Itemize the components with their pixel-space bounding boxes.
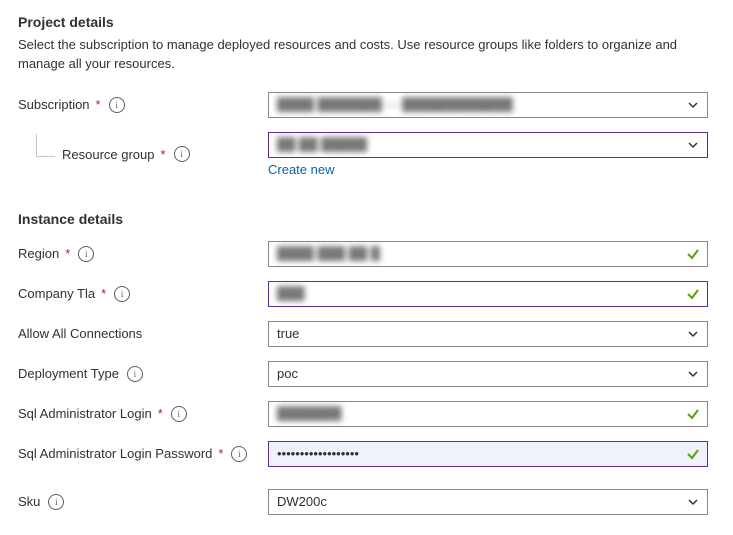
info-icon[interactable]: i — [127, 366, 143, 382]
sql-admin-login-label: Sql Administrator Login — [18, 406, 152, 421]
allow-all-value: true — [277, 326, 679, 341]
check-icon — [679, 402, 707, 426]
region-label: Region — [18, 246, 59, 261]
subscription-row: Subscription * i ████ ███████ — ████████… — [18, 92, 715, 118]
region-value: ████ ███ ██ █ — [277, 246, 679, 261]
deployment-type-value: poc — [277, 366, 679, 381]
company-tla-input[interactable]: ███ — [268, 281, 708, 307]
required-asterisk: * — [101, 286, 106, 301]
chevron-down-icon — [679, 362, 707, 386]
create-new-link[interactable]: Create new — [268, 162, 334, 177]
sql-admin-login-input[interactable]: ███████ — [268, 401, 708, 427]
deployment-type-label: Deployment Type — [18, 366, 119, 381]
required-asterisk: * — [161, 147, 166, 162]
sku-label: Sku — [18, 494, 40, 509]
required-asterisk: * — [218, 446, 223, 461]
resource-group-value: ██ ██ █████ — [277, 137, 679, 152]
chevron-down-icon — [679, 93, 707, 117]
check-icon — [679, 242, 707, 266]
instance-details-heading: Instance details — [18, 211, 715, 227]
allow-all-label: Allow All Connections — [18, 326, 142, 341]
resource-group-row: Resource group * i ██ ██ █████ Create ne… — [18, 132, 715, 177]
required-asterisk: * — [158, 406, 163, 421]
allow-all-select[interactable]: true — [268, 321, 708, 347]
region-row: Region * i ████ ███ ██ █ — [18, 241, 715, 267]
indent-connector — [36, 134, 55, 157]
sql-admin-password-input[interactable]: •••••••••••••••••• — [268, 441, 708, 467]
project-details-description: Select the subscription to manage deploy… — [18, 36, 715, 74]
info-icon[interactable]: i — [231, 446, 247, 462]
info-icon[interactable]: i — [174, 146, 190, 162]
sql-admin-password-value: •••••••••••••••••• — [277, 446, 679, 461]
chevron-down-icon — [679, 490, 707, 514]
subscription-label: Subscription — [18, 97, 90, 112]
info-icon[interactable]: i — [114, 286, 130, 302]
deployment-type-row: Deployment Type i poc — [18, 361, 715, 387]
required-asterisk: * — [96, 97, 101, 112]
company-tla-row: Company Tla * i ███ — [18, 281, 715, 307]
sql-admin-login-value: ███████ — [277, 406, 679, 421]
check-icon — [679, 442, 707, 466]
company-tla-label: Company Tla — [18, 286, 95, 301]
allow-all-row: Allow All Connections true — [18, 321, 715, 347]
sql-admin-password-label: Sql Administrator Login Password — [18, 446, 212, 461]
chevron-down-icon — [679, 133, 707, 157]
sql-admin-login-row: Sql Administrator Login * i ███████ — [18, 401, 715, 427]
deployment-type-select[interactable]: poc — [268, 361, 708, 387]
info-icon[interactable]: i — [109, 97, 125, 113]
sql-admin-password-row: Sql Administrator Login Password * i •••… — [18, 441, 715, 467]
check-icon — [679, 282, 707, 306]
info-icon[interactable]: i — [171, 406, 187, 422]
region-select[interactable]: ████ ███ ██ █ — [268, 241, 708, 267]
subscription-value: ████ ███████ — ████████████ — [277, 97, 679, 112]
info-icon[interactable]: i — [48, 494, 64, 510]
sku-value: DW200c — [277, 494, 679, 509]
project-details-heading: Project details — [18, 14, 715, 30]
required-asterisk: * — [65, 246, 70, 261]
subscription-select[interactable]: ████ ███████ — ████████████ — [268, 92, 708, 118]
info-icon[interactable]: i — [78, 246, 94, 262]
resource-group-select[interactable]: ██ ██ █████ — [268, 132, 708, 158]
chevron-down-icon — [679, 322, 707, 346]
resource-group-label: Resource group — [62, 147, 155, 162]
company-tla-value: ███ — [277, 286, 679, 301]
